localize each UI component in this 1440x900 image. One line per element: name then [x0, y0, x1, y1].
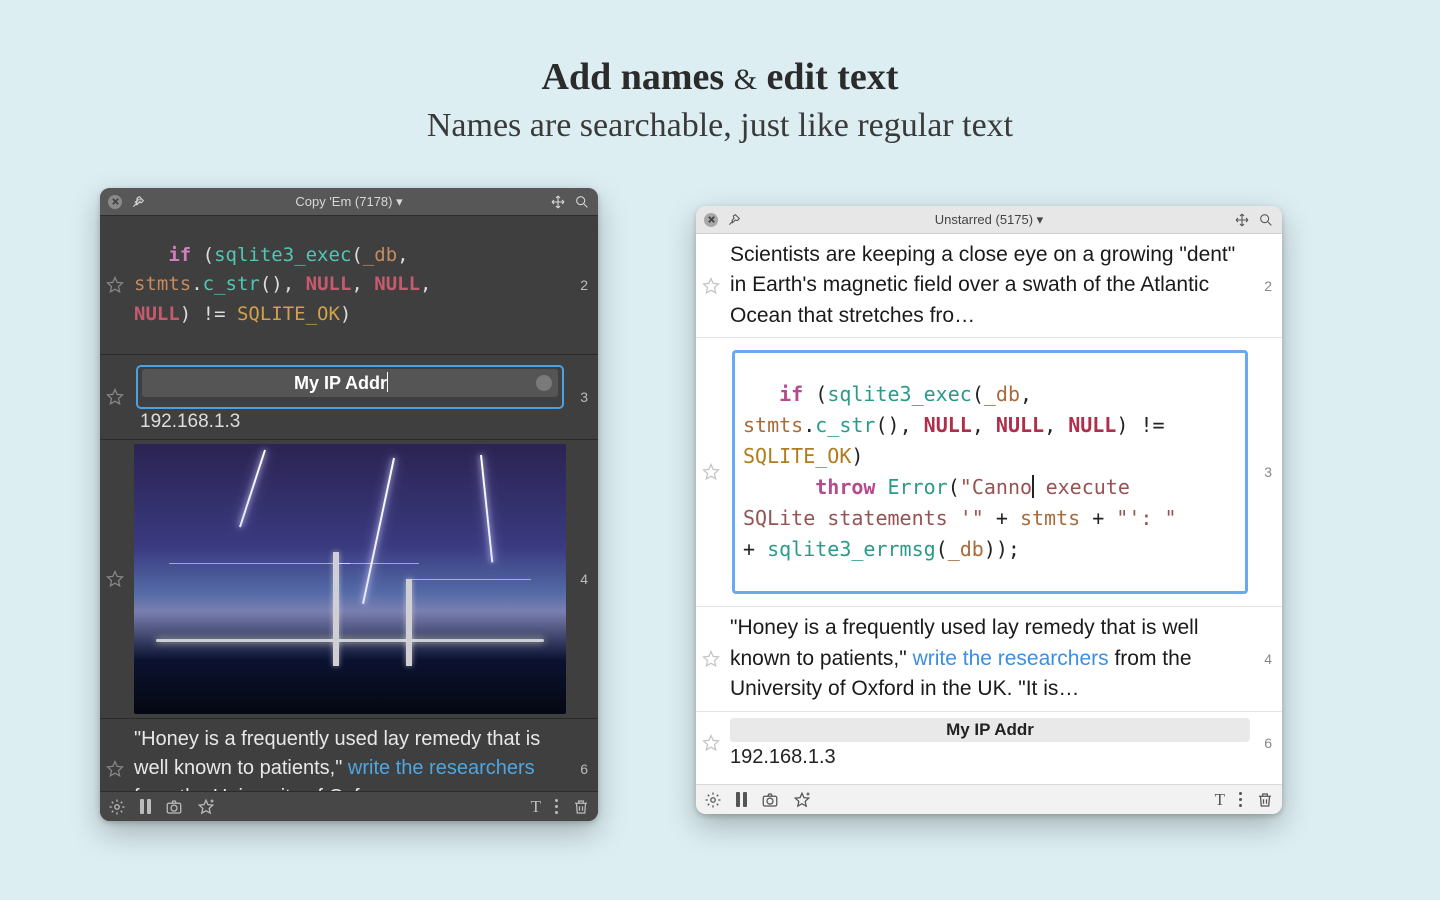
search-icon[interactable]	[574, 194, 590, 210]
headline-sub: Names are searchable, just like regular …	[0, 107, 1440, 145]
clip-row-text[interactable]: "Honey is a frequently used lay remedy t…	[100, 718, 598, 791]
close-icon[interactable]	[108, 195, 122, 209]
name-input[interactable]: My IP Addr	[142, 369, 558, 397]
star-icon[interactable]	[105, 569, 125, 589]
row-index: 3	[1254, 338, 1282, 606]
name-editor[interactable]: My IP Addr	[136, 365, 564, 409]
text-mode-icon[interactable]: T	[1215, 790, 1225, 810]
trash-icon[interactable]	[572, 798, 590, 816]
star-icon[interactable]	[701, 462, 721, 482]
name-input-value: My IP Addr	[294, 373, 387, 393]
text-mode-icon[interactable]: T	[531, 797, 541, 817]
clip-code-text: if (sqlite3_exec(_db, stmts.c_str(), NUL…	[743, 379, 1237, 565]
star-icon[interactable]	[701, 276, 721, 296]
close-icon[interactable]	[704, 213, 718, 227]
more-icon[interactable]	[555, 799, 558, 814]
row-index: 3	[570, 355, 598, 439]
marketing-headline: Add names & edit text Names are searchab…	[0, 0, 1440, 145]
row-index: 2	[1254, 234, 1282, 337]
star-add-icon[interactable]	[793, 791, 811, 809]
clip-row-image[interactable]: 4	[100, 439, 598, 718]
star-icon[interactable]	[105, 387, 125, 407]
titlebar[interactable]: Unstarred (5175) ▾	[696, 206, 1282, 234]
move-icon[interactable]	[550, 194, 566, 210]
clip-row-text[interactable]: Scientists are keeping a close eye on a …	[696, 234, 1282, 337]
clip-ip-text: 192.168.1.3	[730, 746, 1250, 769]
row-index: 2	[570, 216, 598, 354]
move-icon[interactable]	[1234, 212, 1250, 228]
row-index: 4	[1254, 607, 1282, 710]
clip-row-text[interactable]: "Honey is a frequently used lay remedy t…	[696, 606, 1282, 710]
gear-icon[interactable]	[108, 798, 126, 816]
headline-ampersand: &	[734, 63, 757, 96]
link-in-text[interactable]: write the researchers	[348, 757, 535, 779]
headline-main-left: Add names	[542, 56, 725, 98]
toolbar-bottom: T	[100, 791, 598, 821]
clip-text: "Honey is a frequently used lay remedy t…	[134, 725, 566, 791]
row-index: 6	[570, 719, 598, 791]
clip-window-light: Unstarred (5175) ▾ Scientists are keepin…	[696, 206, 1282, 814]
clip-image-thumbnail	[134, 444, 566, 714]
clip-code-text: if (sqlite3_exec(_db, stmts.c_str(), NUL…	[134, 241, 566, 329]
camera-icon[interactable]	[165, 798, 183, 816]
star-icon[interactable]	[105, 275, 125, 295]
star-icon[interactable]	[701, 733, 721, 753]
star-add-icon[interactable]	[197, 798, 215, 816]
row-index: 4	[570, 440, 598, 718]
pin-icon[interactable]	[726, 212, 742, 228]
text-caret	[387, 372, 388, 392]
clip-list[interactable]: if (sqlite3_exec(_db, stmts.c_str(), NUL…	[100, 216, 598, 791]
link-in-text[interactable]: write the researchers	[913, 647, 1109, 670]
clip-text: Scientists are keeping a close eye on a …	[730, 240, 1250, 331]
window-title[interactable]: Copy 'Em (7178) ▾	[100, 194, 598, 210]
clip-row-named[interactable]: My IP Addr 192.168.1.3 3	[100, 354, 598, 439]
star-icon[interactable]	[701, 649, 721, 669]
clip-row-named[interactable]: My IP Addr 192.168.1.3 6	[696, 711, 1282, 775]
pin-icon[interactable]	[130, 194, 146, 210]
search-icon[interactable]	[1258, 212, 1274, 228]
clip-ip-text: 192.168.1.3	[134, 409, 566, 433]
camera-icon[interactable]	[761, 791, 779, 809]
pause-icon[interactable]	[736, 792, 747, 807]
clip-window-dark: Copy 'Em (7178) ▾ if (sqlite3_exec(_db, …	[100, 188, 598, 821]
more-icon[interactable]	[1239, 792, 1242, 807]
toolbar-bottom: T	[696, 784, 1282, 814]
clip-text: "Honey is a frequently used lay remedy t…	[730, 613, 1250, 704]
clip-name-label: My IP Addr	[730, 718, 1250, 742]
clip-list[interactable]: Scientists are keeping a close eye on a …	[696, 234, 1282, 784]
clip-row-code-editing[interactable]: if (sqlite3_exec(_db, stmts.c_str(), NUL…	[696, 337, 1282, 606]
row-index: 6	[1254, 712, 1282, 775]
headline-main-right: edit text	[767, 56, 899, 98]
window-title[interactable]: Unstarred (5175) ▾	[696, 212, 1282, 228]
text-editor[interactable]: if (sqlite3_exec(_db, stmts.c_str(), NUL…	[732, 350, 1248, 594]
pause-icon[interactable]	[140, 799, 151, 814]
trash-icon[interactable]	[1256, 791, 1274, 809]
titlebar[interactable]: Copy 'Em (7178) ▾	[100, 188, 598, 216]
gear-icon[interactable]	[704, 791, 722, 809]
star-icon[interactable]	[105, 759, 125, 779]
clip-row-code[interactable]: if (sqlite3_exec(_db, stmts.c_str(), NUL…	[100, 216, 598, 354]
